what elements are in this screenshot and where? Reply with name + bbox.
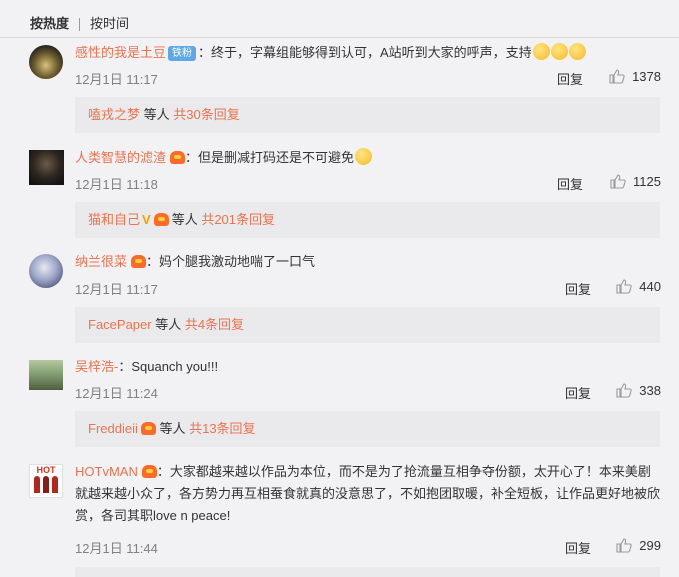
comment-meta: 12月1日 11:18 回复 1125 [75, 174, 661, 192]
like-count: 338 [639, 383, 661, 398]
reply-button[interactable]: 回复 [565, 538, 591, 557]
comment-meta: 12月1日 11:17 回复 1378 [75, 69, 661, 87]
verified-v-icon: V [142, 212, 151, 227]
thumbs-up-icon [616, 279, 632, 294]
sub-reply-user[interactable]: 嗑戎之梦 [88, 107, 140, 122]
divider [0, 37, 679, 38]
like-count: 1125 [633, 174, 661, 189]
emoji-icon [550, 43, 568, 60]
tab-sort-hot[interactable]: 按热度 [24, 14, 79, 34]
sub-replies-box: 嗑戎之梦 等人 共30条回复 [75, 97, 660, 133]
comment-meta: 12月1日 11:44 回复 299 [75, 538, 661, 556]
comment-meta: 12月1日 11:24 回复 338 [75, 383, 661, 401]
sub-reply-count-link[interactable]: 共13条回复 [189, 421, 255, 436]
comment-text-line: 感性的我是土豆 铁粉 ：终于，字幕组能够得到认可，A站听到大家的呼声，支持 [75, 42, 661, 64]
timestamp: 12月1日 11:17 [75, 72, 158, 87]
timestamp: 12月1日 11:24 [75, 386, 158, 401]
vip-crown-icon [141, 465, 157, 478]
vip-crown-icon [170, 151, 186, 164]
sub-reply-count-link[interactable]: 共201条回复 [201, 212, 275, 227]
like-count: 1378 [632, 69, 661, 84]
thumbs-up-icon [610, 174, 626, 189]
username-link[interactable]: 感性的我是土豆 [75, 45, 166, 60]
like-count: 299 [639, 538, 661, 553]
like-button[interactable]: 440 [616, 279, 661, 294]
avatar-logo-text: HOT [36, 465, 56, 475]
vip-crown-icon [131, 255, 147, 268]
thumbs-up-icon [616, 538, 632, 553]
like-button[interactable]: 338 [616, 383, 661, 398]
timestamp: 12月1日 11:44 [75, 541, 158, 556]
avatar[interactable] [29, 254, 63, 288]
comment-panel: 按热度 按时间 感性的我是土豆 铁粉 ：终于，字幕组能够得到认可，A站听到大家的呼声… [0, 0, 679, 577]
avatar[interactable] [29, 45, 63, 79]
comment-text: ：终于，字幕组能够得到认可，A站听到大家的呼声，支持 [198, 45, 532, 60]
avatar[interactable] [29, 360, 63, 390]
comment-text: ：但是删减打码还是不可避免 [185, 150, 355, 165]
sub-reply-user[interactable]: FacePaper [88, 317, 152, 332]
username-link[interactable]: 人类智慧的滤渣 [75, 150, 166, 165]
vip-crown-icon [140, 422, 156, 435]
comment-text-line: HOTvMAN ：大家都越来越以作品为本位，而不是为了抢流量互相争夺份额，太开心了… [75, 461, 661, 527]
sort-tabs: 按热度 按时间 [24, 14, 139, 34]
username-link[interactable]: HOTvMAN [75, 464, 138, 479]
reply-button[interactable]: 回复 [565, 279, 591, 298]
sub-replies-box: FacePaper 等人 共4条回复 [75, 307, 660, 343]
sub-replies-box: Freddieii 等人 共13条回复 [75, 411, 660, 447]
reply-button[interactable]: 回复 [557, 174, 583, 193]
comment-text-line: 纳兰很菜 ：妈个腿我激动地喘了一口气 [75, 251, 661, 273]
sub-reply-user[interactable]: Freddieii [88, 421, 138, 436]
avatar[interactable]: HOT [29, 464, 63, 498]
sub-replies-box [75, 567, 660, 577]
emoji-icon [568, 43, 586, 60]
like-button[interactable]: 1378 [609, 69, 661, 84]
thumbs-up-icon [609, 69, 625, 84]
tab-sort-time[interactable]: 按时间 [80, 14, 139, 34]
timestamp: 12月1日 11:18 [75, 177, 158, 192]
comment-meta: 12月1日 11:17 回复 440 [75, 279, 661, 297]
sub-reply-user[interactable]: 猫和自己 [88, 212, 140, 227]
avatar-figures [30, 476, 62, 493]
like-button[interactable]: 1125 [610, 174, 661, 189]
comment-text-line: 吴梓浩-：Squanch you!!! [75, 356, 661, 378]
username-link[interactable]: 纳兰很菜 [75, 254, 127, 269]
emoji-icon [532, 43, 550, 60]
reply-button[interactable]: 回复 [565, 383, 591, 402]
like-count: 440 [639, 279, 661, 294]
username-link[interactable]: 吴梓浩- [75, 359, 118, 374]
avatar[interactable] [29, 150, 64, 185]
emoji-icon [355, 148, 373, 165]
comment-text: ：Squanch you!!! [118, 359, 219, 374]
timestamp: 12月1日 11:17 [75, 282, 158, 297]
comment-text: ：大家都越来越以作品为本位，而不是为了抢流量互相争夺份额，太开心了！本来美剧就越… [75, 464, 661, 523]
fan-badge: 铁粉 [168, 46, 197, 61]
sub-reply-text: 等人 [140, 107, 174, 122]
sub-reply-count-link[interactable]: 共30条回复 [173, 107, 239, 122]
comment-text-line: 人类智慧的滤渣 ：但是删减打码还是不可避免 [75, 147, 661, 169]
comment-text: ：妈个腿我激动地喘了一口气 [146, 254, 316, 269]
thumbs-up-icon [616, 383, 632, 398]
sub-replies-box: 猫和自己 V 等人 共201条回复 [75, 202, 660, 238]
sub-reply-text: 等人 [155, 421, 190, 436]
sub-reply-text: 等人 [171, 212, 202, 227]
reply-button[interactable]: 回复 [557, 69, 583, 88]
like-button[interactable]: 299 [616, 538, 661, 553]
sub-reply-count-link[interactable]: 共4条回复 [185, 317, 244, 332]
vip-crown-icon [153, 213, 169, 226]
sub-reply-text: 等人 [151, 317, 185, 332]
